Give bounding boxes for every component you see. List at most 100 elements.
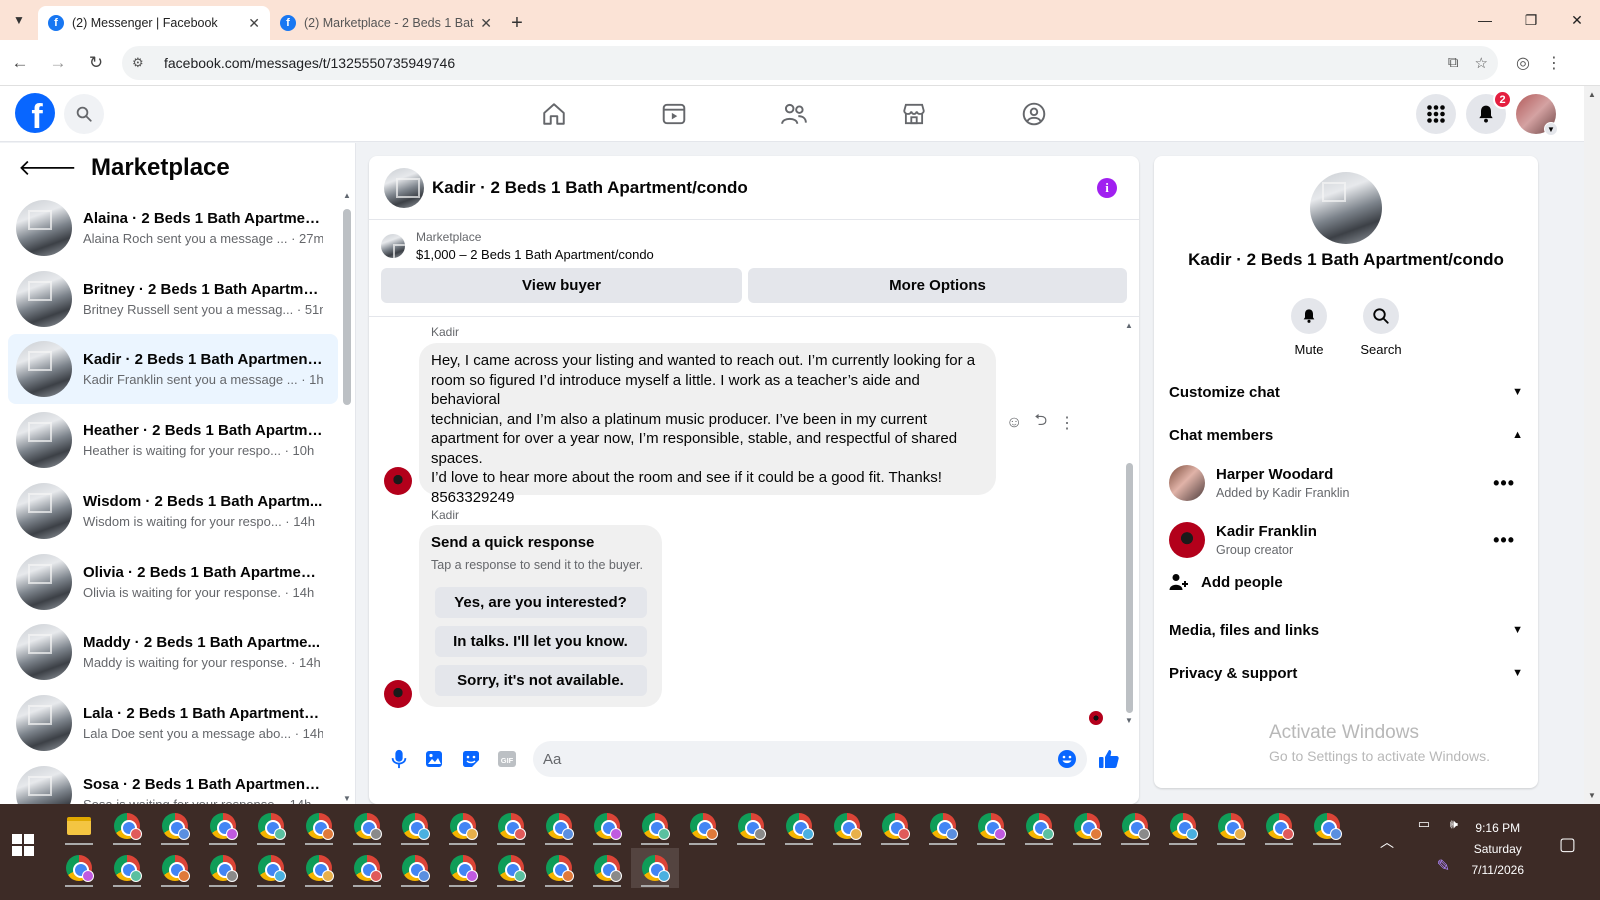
quick-response-option[interactable]: In talks. I'll let you know. [434, 626, 647, 657]
taskbar-chrome-window-icon[interactable] [535, 848, 583, 888]
scrollbar-thumb[interactable] [343, 209, 351, 405]
taskbar-chrome-window-icon[interactable] [439, 806, 487, 846]
thread-scrollbar[interactable]: ▲ ▼ [1125, 321, 1135, 725]
member-avatar[interactable] [1169, 465, 1205, 501]
site-settings-icon[interactable]: ⚙ [132, 55, 152, 71]
taskbar-chrome-window-icon[interactable] [775, 806, 823, 846]
chat-members-section[interactable]: Chat members ▲ [1169, 415, 1523, 455]
listing-price-title[interactable]: $1,000 – 2 Beds 1 Bath Apartment/condo [416, 247, 654, 262]
taskbar-chrome-window-icon[interactable] [1303, 806, 1351, 846]
taskbar-chrome-window-icon[interactable] [199, 806, 247, 846]
conversation-item[interactable]: Alaina · 2 Beds 1 Bath Apartmen... Alaina… [8, 193, 338, 263]
taskbar-chrome-window-icon[interactable] [55, 848, 103, 888]
taskbar-chrome-window-icon[interactable] [103, 848, 151, 888]
install-app-icon[interactable]: ⧉ [1448, 54, 1459, 71]
conversation-item[interactable]: Kadir · 2 Beds 1 Bath Apartment... Kadir … [8, 334, 338, 405]
taskbar-chrome-window-icon[interactable] [343, 806, 391, 846]
taskbar-chrome-window-icon[interactable] [1063, 806, 1111, 846]
quick-response-option[interactable]: Sorry, it's not available. [434, 665, 647, 696]
more-horizontal-icon[interactable]: ••• [1493, 530, 1523, 551]
taskbar-chrome-window-icon[interactable] [871, 806, 919, 846]
scroll-up-arrow-icon[interactable]: ▲ [1125, 321, 1133, 330]
facebook-search-button[interactable] [64, 94, 104, 134]
nav-home[interactable] [494, 86, 614, 142]
taskbar-chrome-window-icon[interactable] [823, 806, 871, 846]
taskbar-chrome-window-icon[interactable] [295, 806, 343, 846]
forward-icon[interactable]: → [40, 45, 76, 81]
conversation-item[interactable]: Lala · 2 Beds 1 Bath Apartment/c... Lala … [8, 688, 338, 758]
tab-messenger[interactable]: f (2) Messenger | Facebook ✕ [38, 6, 270, 40]
taskbar-chrome-window-icon[interactable] [727, 806, 775, 846]
taskbar-chrome-window-icon[interactable] [1159, 806, 1207, 846]
sender-avatar[interactable] [384, 680, 412, 708]
member-row[interactable]: Kadir Franklin Group creator ••• [1169, 515, 1523, 565]
member-avatar[interactable] [1169, 522, 1205, 558]
chat-avatar[interactable] [1310, 172, 1382, 244]
reload-icon[interactable]: ↻ [78, 45, 114, 81]
taskbar-chrome-window-icon[interactable] [439, 848, 487, 888]
scroll-down-arrow-icon[interactable]: ▼ [1125, 716, 1133, 725]
scroll-down-arrow-icon[interactable]: ▼ [1588, 791, 1596, 800]
taskbar-chrome-window-icon[interactable] [583, 806, 631, 846]
nav-video[interactable] [614, 86, 734, 142]
message-input[interactable] [543, 750, 1057, 768]
back-icon[interactable]: ← [2, 45, 38, 81]
file-explorer-icon[interactable] [55, 806, 103, 846]
pen-icon[interactable]: ✎ [1437, 856, 1450, 876]
taskbar-chrome-window-icon[interactable] [1111, 806, 1159, 846]
conversation-item[interactable]: Wisdom · 2 Beds 1 Bath Apartm... Wisdom i… [8, 476, 338, 546]
tray-chevron-up-icon[interactable]: ︿ [1380, 832, 1394, 852]
back-arrow-icon[interactable]: 🡐 [18, 155, 77, 181]
add-people-button[interactable]: Add people [1169, 572, 1283, 592]
gif-button[interactable]: GIF [489, 741, 525, 777]
taskbar-chrome-window-icon[interactable] [631, 848, 679, 888]
nav-gaming[interactable] [974, 86, 1094, 142]
minimize-icon[interactable]: — [1462, 0, 1508, 40]
taskbar-chrome-window-icon[interactable] [583, 848, 631, 888]
page-scrollbar[interactable]: ▲ ▼ [1584, 86, 1600, 804]
taskbar-chrome-window-icon[interactable] [103, 806, 151, 846]
scroll-up-arrow-icon[interactable]: ▲ [343, 191, 351, 200]
taskbar-chrome-window-icon[interactable] [151, 806, 199, 846]
facebook-logo-icon[interactable]: f [15, 93, 55, 133]
nav-friends[interactable] [734, 86, 854, 142]
taskbar-chrome-window-icon[interactable] [295, 848, 343, 888]
more-vertical-icon[interactable]: ⋮ [1059, 413, 1075, 433]
taskbar-chrome-window-icon[interactable] [1255, 806, 1303, 846]
taskbar-chrome-window-icon[interactable] [631, 806, 679, 846]
quick-response-option[interactable]: Yes, are you interested? [434, 587, 647, 618]
tab-marketplace[interactable]: f (2) Marketplace - 2 Beds 1 Bath ✕ [270, 6, 502, 40]
reply-icon[interactable]: ⮌ [1034, 409, 1047, 436]
tab-close-icon[interactable]: ✕ [248, 15, 260, 32]
listing-thumbnail[interactable] [381, 234, 405, 258]
search-in-chat-button[interactable]: Search [1359, 298, 1403, 357]
list-scrollbar[interactable]: ▲ ▼ [342, 191, 352, 803]
taskbar-chrome-window-icon[interactable] [1015, 806, 1063, 846]
taskbar-chrome-window-icon[interactable] [535, 806, 583, 846]
taskbar-chrome-window-icon[interactable] [391, 806, 439, 846]
message-bubble[interactable]: Hey, I came across your listing and want… [419, 343, 996, 506]
mute-button[interactable]: Mute [1287, 298, 1331, 357]
taskbar-chrome-window-icon[interactable] [967, 806, 1015, 846]
taskbar-chrome-window-icon[interactable] [919, 806, 967, 846]
taskbar-chrome-window-icon[interactable] [151, 848, 199, 888]
conversation-item[interactable]: Maddy · 2 Beds 1 Bath Apartme... Maddy is… [8, 617, 338, 687]
restore-icon[interactable]: ❐ [1508, 0, 1554, 40]
notifications-button[interactable]: 2 [1466, 90, 1512, 134]
account-avatar[interactable]: ▼ [1516, 94, 1558, 136]
listing-thumbnail[interactable] [384, 167, 424, 208]
attach-photo-button[interactable] [417, 741, 453, 777]
taskbar-chrome-window-icon[interactable] [343, 848, 391, 888]
profile-icon[interactable]: ◎ [1516, 53, 1530, 73]
volume-icon[interactable]: 🕪 [1450, 816, 1458, 832]
tab-search-chevron-icon[interactable]: ▼ [0, 0, 38, 40]
voice-clip-button[interactable] [381, 741, 417, 777]
more-horizontal-icon[interactable]: ••• [1493, 473, 1523, 494]
chat-title[interactable]: Kadir · 2 Beds 1 Bath Apartment/condo [432, 178, 748, 198]
windows-start-icon[interactable] [12, 834, 34, 856]
taskbar-chrome-window-icon[interactable] [247, 848, 295, 888]
conversation-item[interactable]: Sosa · 2 Beds 1 Bath Apartment/... Sosa i… [8, 759, 338, 804]
scroll-down-arrow-icon[interactable]: ▼ [343, 794, 351, 803]
taskbar-chrome-window-icon[interactable] [247, 806, 295, 846]
scroll-up-arrow-icon[interactable]: ▲ [1588, 90, 1596, 99]
